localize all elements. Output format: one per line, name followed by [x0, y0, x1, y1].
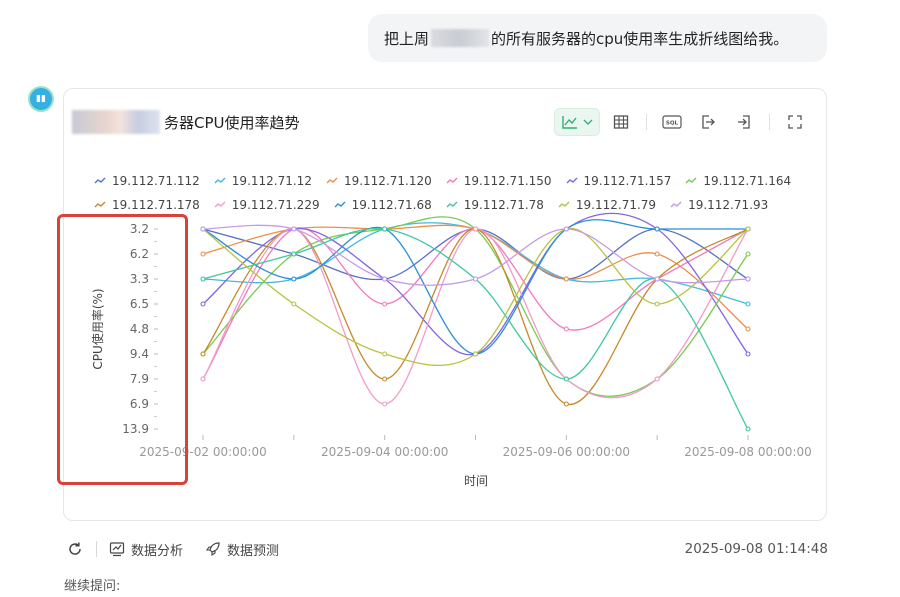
data-predict-button[interactable]: 数据预测	[205, 540, 279, 559]
y-tick-label: 3.3	[130, 272, 149, 286]
data-point[interactable]	[200, 351, 206, 357]
data-point[interactable]	[382, 401, 388, 407]
footer-divider	[96, 541, 97, 557]
message-footer: 数据分析 数据预测 2025-09-08 01:14:48	[66, 537, 828, 561]
data-point[interactable]	[654, 251, 660, 257]
data-point[interactable]	[291, 251, 297, 257]
chart-analysis-icon	[109, 542, 125, 557]
y-tick-label: 6.5	[130, 297, 149, 311]
data-point[interactable]	[654, 276, 660, 282]
data-point[interactable]	[563, 376, 569, 382]
data-predict-label: 数据预测	[227, 543, 280, 559]
data-point[interactable]	[382, 276, 388, 282]
y-axis-title: CPU使用率(%)	[90, 288, 105, 369]
series-line	[202, 219, 748, 355]
data-point[interactable]	[745, 226, 751, 232]
data-point[interactable]	[472, 226, 479, 232]
data-point[interactable]	[745, 326, 751, 332]
data-point[interactable]	[382, 226, 388, 232]
y-tick-label: 13.9	[122, 422, 149, 436]
data-point[interactable]	[745, 351, 751, 357]
series-line	[202, 227, 749, 366]
rocket-icon	[205, 542, 220, 557]
y-tick-label: 6.9	[130, 397, 149, 411]
data-point[interactable]	[745, 251, 751, 257]
data-point[interactable]	[200, 226, 206, 232]
y-tick-label: 3.2	[130, 222, 149, 236]
data-point[interactable]	[563, 401, 569, 407]
cpu-line-chart: 3.2 6.2 3.3 6.5 4.8 9.4 7.9 6.9 13.9 CPU使用率(%) 202…	[90, 212, 812, 488]
data-point[interactable]	[200, 276, 206, 282]
data-point[interactable]	[472, 276, 479, 282]
x-tick-label: 2025-09-04 00:00:00	[321, 445, 448, 459]
y-tick-label: 4.8	[130, 322, 149, 336]
refresh-icon[interactable]	[66, 540, 84, 558]
series-line	[202, 228, 749, 405]
data-point[interactable]	[200, 251, 206, 257]
data-point[interactable]	[745, 426, 751, 432]
series-line	[202, 228, 749, 405]
x-axis-title: 时间	[464, 474, 488, 488]
data-point[interactable]	[291, 301, 297, 307]
series-line	[202, 227, 749, 430]
data-point[interactable]	[382, 376, 388, 382]
data-point[interactable]	[200, 301, 206, 307]
message-timestamp: 2025-09-08 01:14:48	[684, 541, 828, 557]
x-tick-label: 2025-09-02 00:00:00	[139, 445, 266, 459]
y-tick-label: 7.9	[130, 372, 149, 386]
data-point[interactable]	[200, 376, 206, 382]
data-point[interactable]	[563, 276, 569, 282]
followup-label: 继续提问:	[64, 579, 121, 594]
y-tick-label: 6.2	[130, 247, 149, 261]
y-tick-label: 9.4	[130, 347, 149, 361]
data-point[interactable]	[654, 226, 660, 232]
data-point[interactable]	[745, 276, 751, 282]
x-tick-label: 2025-09-08 00:00:00	[684, 445, 811, 459]
data-point[interactable]	[654, 376, 660, 382]
x-tick-label: 2025-09-06 00:00:00	[503, 445, 630, 459]
data-point[interactable]	[654, 301, 660, 307]
data-point[interactable]	[745, 301, 751, 307]
data-point[interactable]	[382, 351, 388, 357]
data-point[interactable]	[563, 226, 569, 232]
data-point[interactable]	[291, 276, 297, 282]
data-analysis-label: 数据分析	[131, 543, 184, 559]
data-point[interactable]	[291, 226, 297, 232]
data-point[interactable]	[563, 326, 569, 332]
series-line	[202, 224, 749, 286]
data-point[interactable]	[382, 301, 388, 307]
data-point[interactable]	[472, 351, 479, 357]
data-analysis-button[interactable]: 数据分析	[109, 540, 183, 559]
